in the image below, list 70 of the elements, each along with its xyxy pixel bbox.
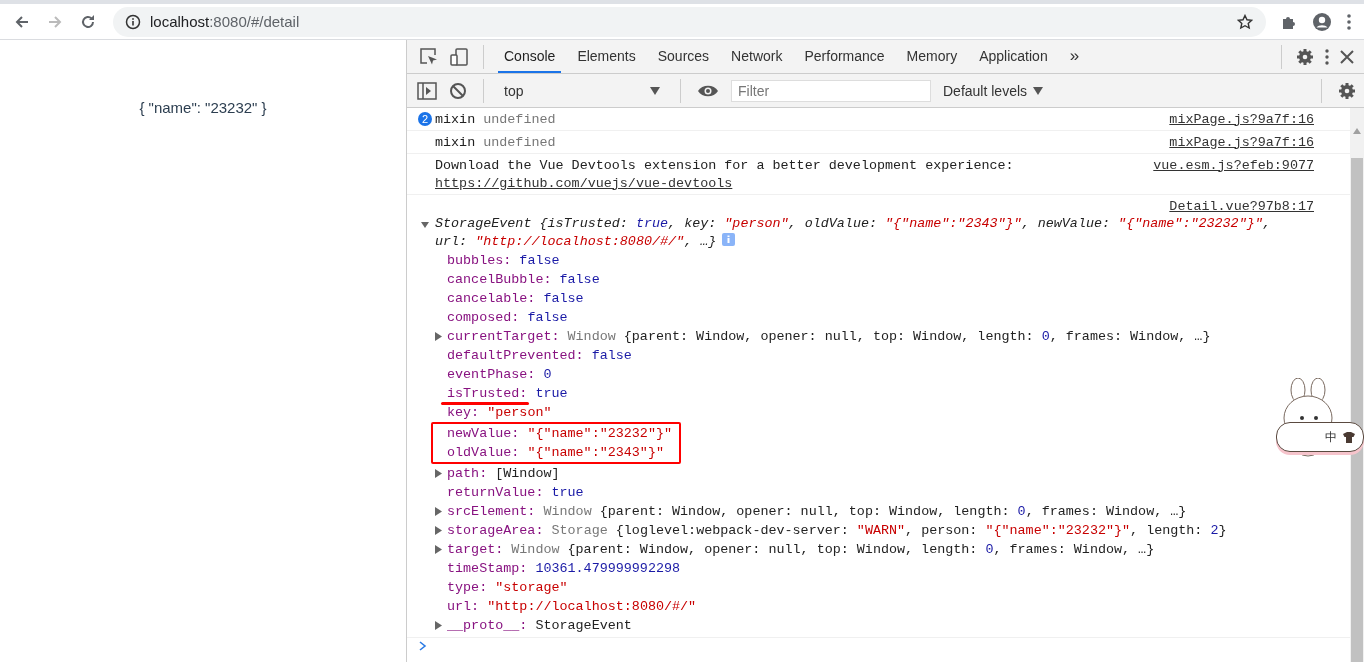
context-select[interactable]: top <box>500 80 664 101</box>
device-icon[interactable] <box>449 46 469 67</box>
panel-tab[interactable]: Sources <box>651 40 716 73</box>
expand-triangle-icon[interactable] <box>435 469 442 478</box>
object-preview[interactable]: StorageEvent {isTrusted: true, key: "person", oldValue: "{"name":"2343"}", newValue: "{"name":"23232"}", url: "http://localhost:8080/#/", …} <box>435 215 1305 251</box>
expand-triangle-icon[interactable] <box>435 332 442 341</box>
property-line: key: "person" <box>447 405 552 420</box>
reload-icon[interactable] <box>80 13 96 30</box>
source-link[interactable]: mixPage.js?9a7f:16 <box>1169 111 1314 127</box>
sidebar-icon[interactable] <box>417 81 437 100</box>
property-line: __proto__: StorageEvent <box>447 618 632 633</box>
property-line: target: Window {parent: Window, opener: null, top: Window, length: 0, frames: Window, …} <box>447 542 1155 557</box>
property-line: url: "http://localhost:8080/#/" <box>447 599 697 614</box>
scrollbar-thumb[interactable] <box>1351 158 1363 662</box>
settings-icon[interactable] <box>1296 47 1314 66</box>
caret-icon[interactable] <box>1033 86 1044 95</box>
panel-tab[interactable]: Performance <box>798 40 891 73</box>
shirt-icon[interactable] <box>1343 431 1355 443</box>
property-line: path: [Window] <box>447 466 560 481</box>
property-line: type: "storage" <box>447 580 568 595</box>
expand-triangle-icon[interactable] <box>435 507 442 516</box>
property-line: eventPhase: 0 <box>447 367 552 382</box>
panel-tab[interactable]: Network <box>725 40 789 73</box>
property-line: timeStamp: 10361.479999992298 <box>447 561 681 576</box>
source-link[interactable]: Detail.vue?97b8:17 <box>1169 198 1314 214</box>
log-message: mixin undefined <box>435 134 556 150</box>
close-icon[interactable] <box>1340 49 1354 64</box>
expand-triangle-icon[interactable] <box>435 545 442 554</box>
property-line: newValue: "{"name":"23232"}" <box>447 426 673 441</box>
source-link[interactable]: vue.esm.js?efeb:9077 <box>1153 157 1314 173</box>
clear-icon[interactable] <box>449 81 467 100</box>
eye-icon[interactable] <box>697 83 719 98</box>
more-icon[interactable] <box>1324 47 1330 66</box>
panel-tab[interactable]: Elements <box>571 40 642 73</box>
input-mode-label[interactable]: 中 <box>1325 428 1337 446</box>
expand-triangle-icon[interactable] <box>435 526 442 535</box>
inspect-icon[interactable] <box>419 46 439 67</box>
panel-tab[interactable]: Application <box>973 40 1054 73</box>
account-icon[interactable] <box>1312 11 1332 32</box>
levels-dropdown[interactable]: Default levels <box>943 82 1044 99</box>
panel-tab[interactable]: Memory <box>900 40 964 73</box>
address-field[interactable]: localhost:8080/#/detail <box>113 6 1266 37</box>
log-message: Download the Vue Devtools extension for a better development experience: <box>435 157 1014 173</box>
property-line: storageArea: Storage {loglevel:webpack-dev-server: "WARN", person: "{"name":"23232"}", length: 2} <box>447 523 1227 538</box>
menu-icon[interactable] <box>1346 12 1352 31</box>
property-line: bubbles: false <box>447 253 560 268</box>
page-text: { "name": "23232" } <box>139 99 267 116</box>
prompt-caret-icon <box>419 641 427 651</box>
more-tabs-button[interactable]: » <box>1063 40 1086 73</box>
property-line: cancelBubble: false <box>447 272 600 287</box>
log-link[interactable]: https://github.com/vuejs/vue-devtools <box>435 175 733 191</box>
property-line: cancelable: false <box>447 291 584 306</box>
expand-triangle-icon[interactable] <box>435 621 442 630</box>
property-line: defaultPrevented: false <box>447 348 632 363</box>
star-icon[interactable] <box>1237 13 1253 30</box>
property-line: srcElement: Window {parent: Window, opener: null, top: Window, length: 0, frames: Window, …} <box>447 504 1187 519</box>
property-line: returnValue: true <box>447 485 584 500</box>
source-link[interactable]: mixPage.js?9a7f:16 <box>1169 134 1314 150</box>
repeat-count: 2 <box>418 112 433 126</box>
info-icon[interactable] <box>125 13 141 30</box>
log-message: mixin undefined <box>435 111 556 127</box>
property-line: currentTarget: Window {parent: Window, opener: null, top: Window, length: 0, frames: Window, …} <box>447 329 1211 344</box>
back-icon[interactable] <box>14 13 30 30</box>
caret-icon[interactable] <box>650 86 660 95</box>
property-line: isTrusted: true <box>447 386 568 401</box>
filter-field[interactable]: Filter <box>731 79 931 102</box>
expand-triangle-icon[interactable] <box>421 221 429 229</box>
property-line: oldValue: "{"name":"2343"}" <box>447 445 664 460</box>
property-line: composed: false <box>447 310 568 325</box>
settings-icon[interactable] <box>1338 81 1356 100</box>
